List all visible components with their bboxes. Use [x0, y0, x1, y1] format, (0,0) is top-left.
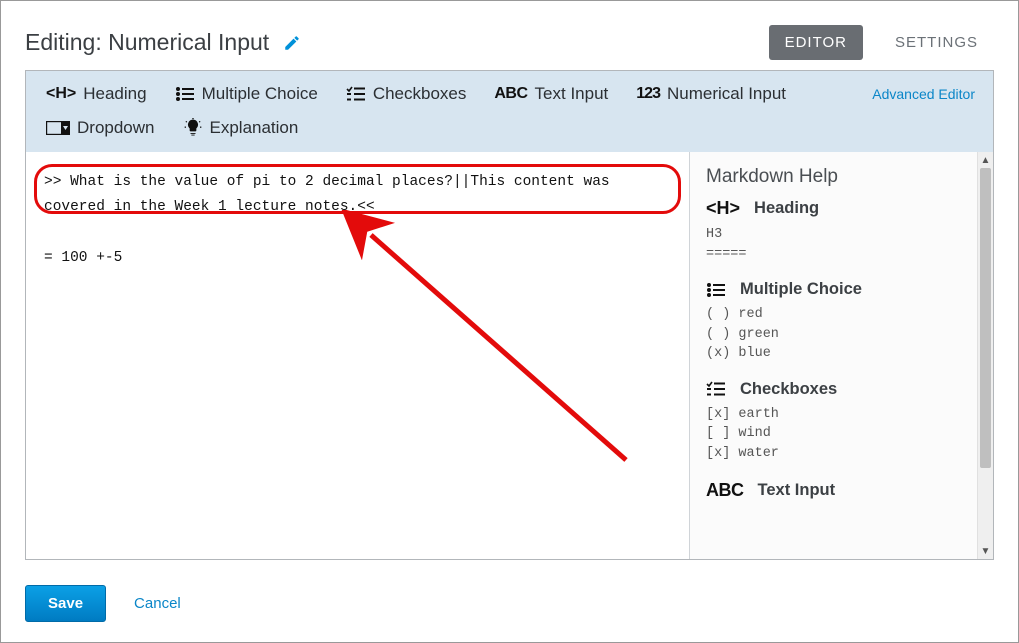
editor-modal: Editing: Numerical Input EDITOR SETTINGS… [0, 0, 1019, 643]
toolbar-explanation[interactable]: Explanation [171, 111, 315, 145]
help-entry-example: ( ) red ( ) green (x) blue [706, 305, 961, 364]
editor-text-area-wrap: >> What is the value of pi to 2 decimal … [26, 152, 689, 559]
help-entry-label: Heading [754, 199, 819, 218]
toolbar-numerical-input[interactable]: 123 Numerical Input [624, 77, 802, 111]
abc-icon: ABC [706, 480, 744, 501]
tab-settings[interactable]: SETTINGS [879, 25, 994, 60]
help-entry-checkboxes: Checkboxes [x] earth [ ] wind [x] water [706, 380, 961, 464]
scroll-thumb[interactable] [980, 168, 991, 468]
editor-box: <H> Heading Multiple Choice Checkboxes A… [25, 70, 994, 560]
toolbar-multiple-choice[interactable]: Multiple Choice [163, 77, 334, 111]
advanced-editor-link[interactable]: Advanced Editor [872, 86, 985, 102]
page-title-text: Editing: Numerical Input [25, 29, 269, 56]
list-check-icon [706, 381, 726, 397]
markdown-textarea[interactable]: >> What is the value of pi to 2 decimal … [26, 152, 689, 559]
header-row: Editing: Numerical Input EDITOR SETTINGS [25, 25, 994, 60]
toolbar-label: Explanation [210, 118, 299, 138]
list-radio-icon [175, 86, 195, 102]
editor-body: >> What is the value of pi to 2 decimal … [26, 152, 993, 559]
edit-title-icon[interactable] [283, 34, 301, 52]
cancel-link[interactable]: Cancel [134, 595, 181, 612]
help-entry-example: [x] earth [ ] wind [x] water [706, 405, 961, 464]
help-entry-heading: <H> Heading H3 ===== [706, 198, 961, 264]
toolbar-label: Numerical Input [667, 84, 786, 104]
list-radio-icon [706, 282, 726, 298]
abc-icon: ABC [494, 85, 527, 103]
tab-editor[interactable]: EDITOR [769, 25, 863, 60]
save-button[interactable]: Save [25, 585, 106, 622]
scrollbar[interactable]: ▲ ▼ [977, 152, 993, 559]
lightbulb-icon [183, 118, 203, 138]
scroll-up-icon[interactable]: ▲ [978, 152, 993, 168]
dropdown-icon [46, 121, 70, 135]
toolbar-dropdown[interactable]: Dropdown [34, 111, 171, 145]
help-entry-multiple-choice: Multiple Choice ( ) red ( ) green (x) bl… [706, 280, 961, 364]
toolbar-label: Multiple Choice [202, 84, 318, 104]
toolbar-label: Dropdown [77, 118, 155, 138]
toolbar: <H> Heading Multiple Choice Checkboxes A… [26, 71, 993, 152]
markdown-help-panel: Markdown Help <H> Heading H3 ===== Multi… [689, 152, 977, 559]
help-panel-title: Markdown Help [706, 166, 961, 188]
help-entry-example: H3 ===== [706, 225, 961, 264]
mode-tabs: EDITOR SETTINGS [769, 25, 994, 60]
page-title: Editing: Numerical Input [25, 29, 301, 56]
heading-icon: <H> [46, 85, 76, 103]
help-entry-label: Text Input [758, 481, 836, 500]
footer-actions: Save Cancel [25, 585, 181, 622]
help-entry-text-input: ABC Text Input [706, 480, 961, 501]
heading-icon: <H> [706, 198, 740, 219]
toolbar-heading[interactable]: <H> Heading [34, 77, 163, 111]
num-icon: 123 [636, 85, 660, 103]
toolbar-label: Text Input [535, 84, 609, 104]
scroll-down-icon[interactable]: ▼ [978, 543, 993, 559]
help-entry-label: Checkboxes [740, 380, 837, 399]
toolbar-checkboxes[interactable]: Checkboxes [334, 77, 483, 111]
list-check-icon [346, 86, 366, 102]
toolbar-label: Heading [83, 84, 146, 104]
toolbar-label: Checkboxes [373, 84, 467, 104]
help-entry-label: Multiple Choice [740, 280, 862, 299]
toolbar-text-input[interactable]: ABC Text Input [482, 77, 624, 111]
